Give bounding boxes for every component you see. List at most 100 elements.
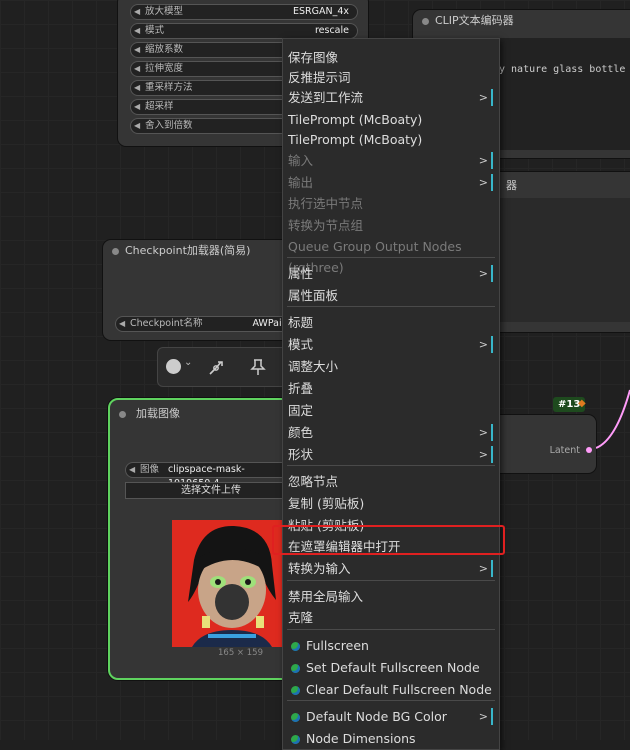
menu-item: 转换为节点组 bbox=[287, 215, 495, 236]
menu-item[interactable]: Default Node BG Color > bbox=[287, 706, 495, 727]
upscale-widget[interactable]: ◀ 模式 rescale bbox=[130, 23, 358, 39]
menu-item-label: 发送到工作流 bbox=[288, 90, 364, 105]
menu-item[interactable]: Clear Default Fullscreen Node bbox=[287, 679, 495, 700]
submenu-arrow-icon: > bbox=[478, 176, 488, 189]
menu-item-label: 忽略节点 bbox=[288, 474, 339, 489]
prompt-text: y nature glass bottle lands bbox=[499, 64, 630, 75]
menu-item-label: 模式 bbox=[288, 337, 314, 352]
latent-output-dot[interactable] bbox=[586, 447, 592, 453]
menu-item[interactable]: TilePrompt (McBoaty) bbox=[287, 129, 495, 150]
menu-item[interactable]: Set Default Fullscreen Node bbox=[287, 657, 495, 678]
node-title: Checkpoint加载器(简易) bbox=[103, 240, 303, 262]
left-arrow-icon[interactable]: ◀ bbox=[134, 5, 140, 19]
image-select-widget[interactable]: ◀ 图像 clipspace-mask-1019650.4 bbox=[125, 462, 297, 489]
submenu-indicator bbox=[491, 152, 493, 169]
menu-item-label: Clear Default Fullscreen Node bbox=[306, 682, 492, 697]
menu-item[interactable]: 属性 > bbox=[287, 263, 495, 284]
pin-icon[interactable] bbox=[250, 358, 266, 376]
menu-item[interactable]: 模式 > bbox=[287, 334, 495, 355]
menu-item[interactable]: 复制 (剪贴板) bbox=[287, 493, 495, 514]
menu-item-label: 固定 bbox=[288, 403, 314, 418]
menu-item[interactable]: 反推提示词 bbox=[287, 67, 495, 88]
menu-item[interactable]: 发送到工作流 > bbox=[287, 87, 495, 108]
menu-item-label: Set Default Fullscreen Node bbox=[306, 660, 480, 675]
left-arrow-icon[interactable]: ◀ bbox=[134, 24, 140, 38]
left-arrow-icon[interactable]: ◀ bbox=[134, 81, 140, 95]
menu-item[interactable]: 形状 > bbox=[287, 444, 495, 465]
menu-item[interactable]: 固定 bbox=[287, 400, 495, 421]
menu-item-label: 禁用全局输入 bbox=[288, 589, 364, 604]
menu-item-label: TilePrompt (McBoaty) bbox=[288, 112, 423, 127]
menu-item-label: 克隆 bbox=[288, 610, 314, 625]
menu-item[interactable]: 标题 bbox=[287, 312, 495, 333]
menu-item[interactable]: TilePrompt (McBoaty) bbox=[287, 109, 495, 130]
latent-link bbox=[596, 389, 630, 449]
color-picker-icon[interactable] bbox=[166, 359, 181, 374]
submenu-indicator bbox=[491, 336, 493, 353]
menu-item-label: 折叠 bbox=[288, 381, 314, 396]
submenu-indicator bbox=[491, 708, 493, 725]
left-arrow-icon[interactable]: ◀ bbox=[129, 463, 135, 477]
context-menu: 保存图像反推提示词发送到工作流 > TilePrompt (McBoaty) Tile… bbox=[282, 38, 500, 750]
checkpoint-loader-node[interactable]: Checkpoint加载器(简易) ◀ Checkpoint名称 AWPaint… bbox=[103, 240, 303, 340]
submenu-arrow-icon: > bbox=[478, 267, 488, 280]
left-arrow-icon[interactable]: ◀ bbox=[134, 43, 140, 57]
menu-item: Queue Group Output Nodes (rgthree) bbox=[287, 236, 495, 275]
menu-item-label: 输出 bbox=[288, 175, 314, 190]
node-title-fragment: 器 bbox=[506, 179, 517, 192]
submenu-arrow-icon: > bbox=[478, 154, 488, 167]
menu-item-label: 调整大小 bbox=[288, 359, 339, 374]
node-title: 加载图像 bbox=[110, 403, 296, 425]
upscale-widget[interactable]: ◀ 放大模型 ESRGAN_4x bbox=[130, 4, 358, 20]
menu-item-label: 反推提示词 bbox=[288, 70, 351, 85]
menu-item[interactable]: 颜色 > bbox=[287, 422, 495, 443]
submenu-arrow-icon: > bbox=[478, 710, 488, 723]
left-arrow-icon[interactable]: ◀ bbox=[134, 100, 140, 114]
globe-icon bbox=[291, 686, 300, 695]
menu-separator bbox=[287, 306, 495, 307]
menu-item[interactable]: 属性面板 bbox=[287, 285, 495, 306]
left-arrow-icon[interactable]: ◀ bbox=[119, 317, 125, 331]
menu-item-label: 复制 (剪贴板) bbox=[288, 496, 365, 511]
menu-item[interactable]: 克隆 bbox=[287, 607, 495, 628]
left-arrow-icon[interactable]: ◀ bbox=[134, 119, 140, 133]
left-arrow-icon[interactable]: ◀ bbox=[134, 62, 140, 76]
chevron-down-icon[interactable]: ⌄ bbox=[184, 357, 192, 368]
menu-item[interactable]: Fullscreen bbox=[287, 635, 495, 656]
menu-separator bbox=[287, 700, 495, 701]
menu-item-label: Fullscreen bbox=[306, 638, 369, 653]
menu-item-label: 转换为节点组 bbox=[288, 218, 364, 233]
menu-item[interactable]: Node Dimensions bbox=[287, 728, 495, 749]
checkpoint-name-widget[interactable]: ◀ Checkpoint名称 AWPaintin bbox=[115, 316, 303, 332]
upload-button[interactable]: 选择文件上传 bbox=[125, 482, 297, 499]
submenu-arrow-icon: > bbox=[478, 562, 488, 575]
menu-item[interactable]: 禁用全局输入 bbox=[287, 586, 495, 607]
node-title: CLIP文本编码器 bbox=[413, 10, 630, 32]
highlight-box bbox=[272, 525, 505, 555]
menu-separator bbox=[287, 465, 495, 466]
submenu-arrow-icon: > bbox=[478, 338, 488, 351]
menu-separator bbox=[287, 629, 495, 630]
clip-text-encoder-node-2[interactable]: 器 bbox=[490, 172, 630, 332]
menu-item[interactable]: 调整大小 bbox=[287, 356, 495, 377]
submenu-indicator bbox=[491, 424, 493, 441]
globe-icon bbox=[291, 664, 300, 673]
menu-item-label: 转换为输入 bbox=[288, 561, 351, 576]
load-image-node[interactable]: 加载图像 ◀ 图像 clipspace-mask-1019650.4 选择文件上… bbox=[108, 398, 298, 680]
menu-item[interactable]: 忽略节点 bbox=[287, 471, 495, 492]
menu-item: 输出 > bbox=[287, 172, 495, 193]
menu-item[interactable]: 转换为输入 > bbox=[287, 558, 495, 579]
menu-item-label: 形状 bbox=[288, 447, 314, 462]
bypass-icon[interactable] bbox=[208, 358, 226, 376]
menu-item-label: Default Node BG Color bbox=[306, 709, 447, 724]
menu-item[interactable]: 保存图像 bbox=[287, 47, 495, 68]
menu-item-label: TilePrompt (McBoaty) bbox=[288, 132, 423, 147]
menu-item-label: 保存图像 bbox=[288, 50, 339, 65]
submenu-arrow-icon: > bbox=[478, 91, 488, 104]
menu-item[interactable]: 折叠 bbox=[287, 378, 495, 399]
menu-item-label: 标题 bbox=[288, 315, 314, 330]
globe-icon bbox=[291, 642, 300, 651]
menu-separator bbox=[287, 580, 495, 581]
submenu-indicator bbox=[491, 560, 493, 577]
menu-item-label: 属性面板 bbox=[288, 288, 339, 303]
